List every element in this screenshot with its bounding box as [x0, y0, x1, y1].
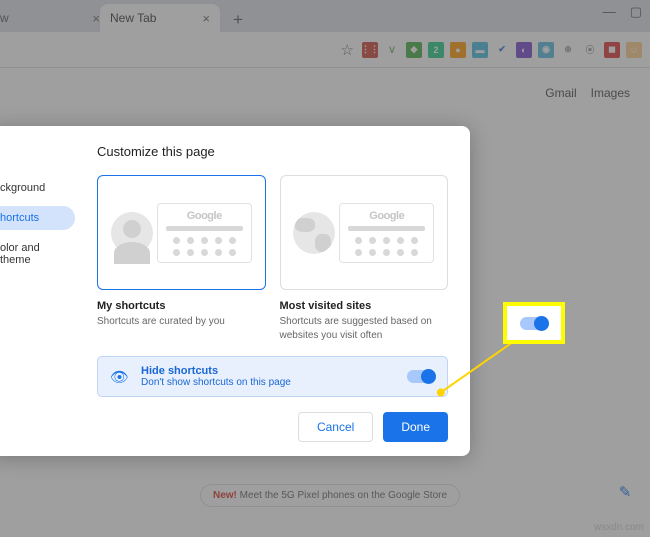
sidebar-item-shortcuts[interactable]: hortcuts	[0, 206, 75, 230]
person-icon	[111, 212, 153, 254]
eye-off-icon: 👁︎	[110, 368, 129, 386]
globe-icon	[293, 212, 335, 254]
card-desc: Shortcuts are suggested based on website…	[280, 315, 449, 342]
hide-desc: Don't show shortcuts on this page	[141, 377, 291, 388]
google-logo: Google	[348, 210, 425, 222]
card-title: My shortcuts	[97, 300, 266, 312]
card-title: Most visited sites	[280, 300, 449, 312]
customize-dialog: ckground hortcuts olor and theme Customi…	[0, 126, 470, 456]
option-most-visited[interactable]: Google	[280, 175, 449, 290]
hide-shortcuts-row: 👁︎ Hide shortcuts Don't show shortcuts o…	[97, 356, 448, 397]
sidebar-item-background[interactable]: ckground	[0, 176, 75, 200]
sidebar-item-color-theme[interactable]: olor and theme	[0, 236, 75, 272]
card-desc: Shortcuts are curated by you	[97, 315, 266, 329]
dialog-sidebar: ckground hortcuts olor and theme	[0, 126, 75, 456]
hide-shortcuts-toggle[interactable]	[407, 370, 435, 383]
google-logo: Google	[166, 210, 243, 222]
hide-title: Hide shortcuts	[141, 365, 291, 377]
option-my-shortcuts[interactable]: Google	[97, 175, 266, 290]
watermark: wsxdn.com	[594, 522, 644, 533]
annotation-callout	[503, 302, 565, 344]
toggle-highlight	[520, 317, 548, 330]
dialog-title: Customize this page	[97, 144, 448, 159]
cancel-button[interactable]: Cancel	[298, 412, 373, 442]
done-button[interactable]: Done	[383, 412, 448, 442]
